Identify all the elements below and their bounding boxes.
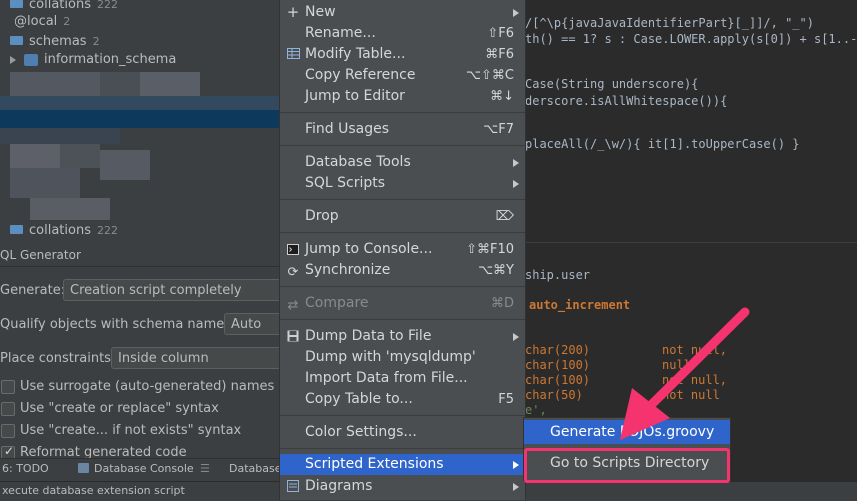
panel-title: QL Generator xyxy=(0,248,81,262)
expand-arrow-icon[interactable] xyxy=(10,55,16,64)
option-create-or-replace[interactable]: Use "create or replace" syntax xyxy=(0,401,280,417)
context-menu: + New Rename... ⇧F6 Modify Table... ⌘F6 … xyxy=(279,0,526,500)
option-reformat[interactable]: ✓ Reformat generated code xyxy=(0,445,280,459)
code-line: placeAll(/_\w/){ it[1].toUpperCase() } xyxy=(525,137,800,151)
submenu-arrow-icon xyxy=(513,333,519,341)
menu-separator xyxy=(280,415,525,416)
checkbox[interactable] xyxy=(1,424,15,438)
place-label: Place constraints: xyxy=(0,351,116,366)
save-icon xyxy=(286,328,300,349)
plus-icon: + xyxy=(286,3,300,21)
menu-item-copy-reference[interactable]: Copy Reference ⌥⇧⌘C xyxy=(280,65,525,86)
tab-database-console[interactable]: Database Console xyxy=(94,462,194,475)
generate-label: Generate: xyxy=(0,283,66,298)
checkbox[interactable] xyxy=(1,380,15,394)
code-type: char(50) xyxy=(525,388,583,402)
divider xyxy=(0,266,280,267)
tree-item-information-schema[interactable]: information_schema xyxy=(10,50,176,70)
tree-item-local[interactable]: @local 2 xyxy=(14,12,70,32)
menu-item-synchronize[interactable]: ⟳ Synchronize ⌥⌘Y xyxy=(280,260,525,281)
menu-item-find-usages[interactable]: Find Usages ⌥F7 xyxy=(280,119,525,140)
place-select[interactable]: Inside column xyxy=(111,347,283,369)
console-icon xyxy=(286,241,300,262)
tree-item-schemas[interactable]: schemas 2 xyxy=(10,32,100,52)
separator-icon: ☰ xyxy=(200,462,210,475)
menu-item-import-from-file[interactable]: Import Data from File... xyxy=(280,368,525,389)
submenu-arrow-icon xyxy=(513,159,519,167)
folder-icon xyxy=(10,36,23,45)
submenu-arrow-icon xyxy=(513,461,519,469)
code-type: char(100) xyxy=(525,373,591,387)
submenu-arrow-icon xyxy=(513,9,519,17)
menu-separator xyxy=(280,319,525,320)
qualify-select[interactable]: Auto xyxy=(224,313,284,335)
menu-item-modify-table[interactable]: Modify Table... ⌘F6 xyxy=(280,44,525,65)
code-type: char(100) xyxy=(525,358,591,372)
check-icon: ✓ xyxy=(4,445,15,458)
tab-todo[interactable]: 6: TODO xyxy=(2,462,49,475)
code-type: char(200) xyxy=(525,343,591,357)
menu-item-color-settings[interactable]: Color Settings... xyxy=(280,422,525,443)
table-icon xyxy=(286,46,300,67)
sync-icon: ⟳ xyxy=(287,265,299,280)
tree-item-collations-2[interactable]: collations 222 xyxy=(10,221,118,241)
menu-item-new[interactable]: + New xyxy=(280,2,525,23)
menu-separator xyxy=(280,145,525,146)
console-icon xyxy=(78,463,89,473)
tab-database[interactable]: Database xyxy=(229,462,282,475)
menu-separator xyxy=(280,286,525,287)
menu-item-compare[interactable]: ⇄ Compare ⌘D xyxy=(280,293,525,314)
database-tree: collations 222 @local 2 schemas 2 informati… xyxy=(0,0,280,242)
menu-item-rename[interactable]: Rename... ⇧F6 xyxy=(280,23,525,44)
option-if-not-exists[interactable]: Use "create... if not exists" syntax xyxy=(0,423,280,439)
qualify-label: Qualify objects with schema names: xyxy=(0,317,236,332)
menu-separator xyxy=(280,199,525,200)
code-line: derscore.isAllWhitespace()){ xyxy=(525,94,728,108)
menu-item-diagrams[interactable]: Diagrams xyxy=(280,476,525,497)
submenu-arrow-icon xyxy=(513,180,519,188)
menu-item-dump-mysqldump[interactable]: Dump with 'mysqldump' xyxy=(280,347,525,368)
schema-icon xyxy=(24,53,38,66)
menu-item-jump-to-console[interactable]: Jump to Console... ⇧⌘F10 xyxy=(280,239,525,260)
generate-select[interactable]: Creation script completely xyxy=(63,279,283,301)
status-text: xecute database extension script xyxy=(2,484,185,497)
checkbox[interactable] xyxy=(1,402,15,416)
submenu-arrow-icon xyxy=(513,483,519,491)
code-line: th() == 1? s : Case.LOWER.apply(s[0]) + … xyxy=(525,32,857,46)
menu-separator xyxy=(280,448,525,449)
menu-item-drop[interactable]: Drop ⌦ xyxy=(280,206,525,227)
code-line: ship.user xyxy=(525,268,591,282)
compare-icon: ⇄ xyxy=(287,298,299,313)
menu-separator xyxy=(280,112,525,113)
tool-window-bar: 6: TODO Database Console ☰ Database xyxy=(0,458,282,481)
code-string: e', xyxy=(525,403,547,417)
menu-item-scripted-extensions[interactable]: Scripted Extensions xyxy=(280,454,525,475)
menu-item-copy-table-to[interactable]: Copy Table to... F5 xyxy=(280,389,525,410)
diagram-icon xyxy=(286,478,300,499)
code-line: /[^\p{javaJavaIdentifierPart}[_]]/, "_") xyxy=(525,16,814,30)
annotation-arrow-icon xyxy=(620,307,750,440)
menu-item-jump-to-editor[interactable]: Jump to Editor ⌘↓ xyxy=(280,86,525,107)
code-line: Case(String underscore){ xyxy=(525,77,699,91)
menu-item-sql-scripts[interactable]: SQL Scripts xyxy=(280,173,525,194)
highlight-box xyxy=(524,448,730,483)
menu-item-database-tools[interactable]: Database Tools xyxy=(280,152,525,173)
folder-icon xyxy=(10,225,23,234)
menu-item-dump-to-file[interactable]: Dump Data to File xyxy=(280,326,525,347)
folder-icon xyxy=(10,0,23,8)
menu-separator xyxy=(280,232,525,233)
option-surrogate[interactable]: Use surrogate (auto-generated) names xyxy=(0,379,280,395)
